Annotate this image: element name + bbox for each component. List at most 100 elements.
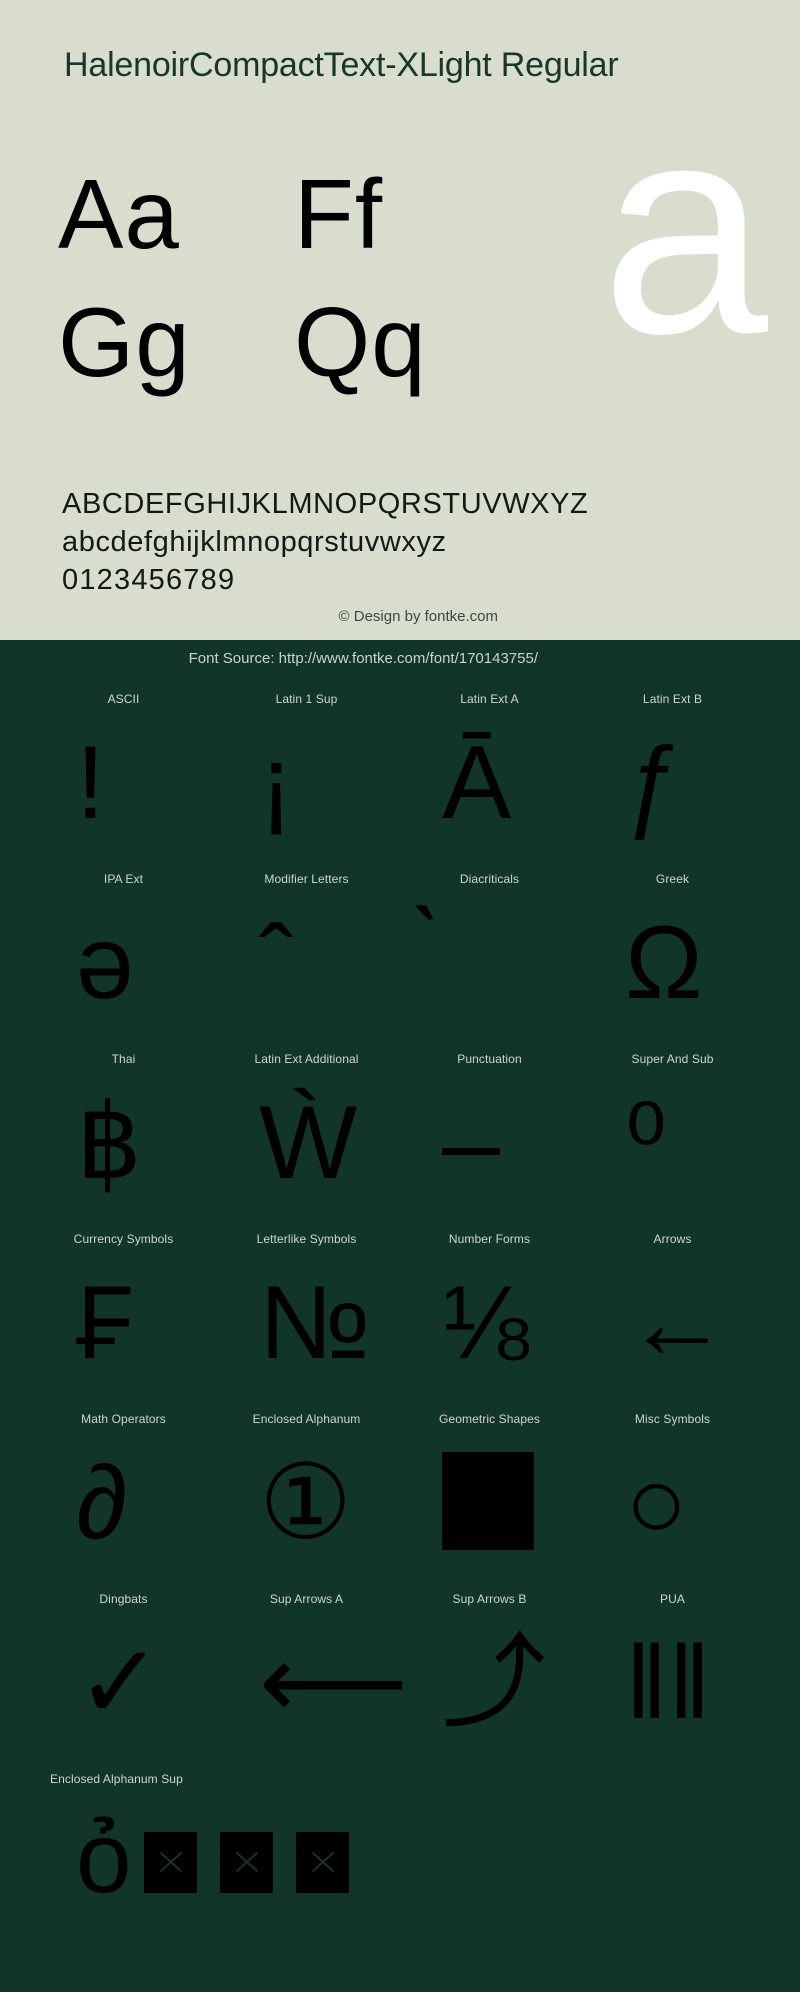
block-sample-glyph: Ẁ: [259, 1085, 358, 1201]
watermark-letter: a: [601, 60, 768, 396]
block-label: Math Operators: [81, 1412, 166, 1426]
block-label: Punctuation: [457, 1052, 522, 1066]
copyright-credit: © Design by fontke.com: [338, 608, 498, 625]
block-label: Diacriticals: [459, 872, 520, 886]
block-label: Latin Ext Additional: [254, 1052, 359, 1066]
unicode-block-currency-symbols: Currency Symbols ₣: [32, 1232, 215, 1412]
unicode-blocks-section: Font Source: http://www.fontke.com/font/…: [0, 640, 800, 1992]
block-sample-glyph: ⁰: [625, 1085, 667, 1201]
unicode-block-latin-1-sup: Latin 1 Sup ¡: [215, 692, 398, 872]
specimen-preview-section: HalenoirCompactText-XLight Regular a Aa …: [0, 0, 800, 640]
block-label: Enclosed Alphanum Sup: [50, 1772, 183, 1786]
alphabet-block: ABCDEFGHIJKLMNOPQRSTUVWXYZ abcdefghijklm…: [62, 485, 588, 599]
block-label: Thai: [111, 1052, 136, 1066]
unicode-block-latin-ext-b: Latin Ext B ƒ: [581, 692, 764, 872]
lowercase-alphabet: abcdefghijklmnopqrstuvwxyz: [62, 526, 447, 558]
unicode-block-diacriticals: Diacriticals ̀: [398, 872, 581, 1052]
block-sample-glyph: ←: [625, 1265, 729, 1381]
unicode-block-super-and-sub: Super And Sub ⁰: [581, 1052, 764, 1232]
unicode-block-row: ASCII ! Latin 1 Sup ¡ Latin Ext A Ā Lati…: [0, 692, 800, 872]
block-label: Greek: [655, 872, 690, 886]
block-label: Latin 1 Sup: [275, 692, 338, 706]
block-label: Letterlike Symbols: [256, 1232, 357, 1246]
block-sample-glyph: №: [259, 1265, 371, 1381]
page-title: HalenoirCompactText-XLight Regular: [64, 46, 619, 84]
block-sample-glyph: ⅛: [442, 1265, 529, 1381]
unicode-block-ascii: ASCII !: [32, 692, 215, 872]
missing-glyph-box-icon: [220, 1832, 273, 1893]
block-label: Sup Arrows B: [452, 1592, 527, 1606]
block-label: Geometric Shapes: [439, 1412, 540, 1426]
font-specimen-page: HalenoirCompactText-XLight Regular a Aa …: [0, 0, 800, 1992]
unicode-block-misc-symbols: Misc Symbols ○: [581, 1412, 764, 1592]
block-label: Arrows: [653, 1232, 692, 1246]
unicode-block-thai: Thai ฿: [32, 1052, 215, 1232]
unicode-block-ipa-ext: IPA Ext ǝ: [32, 872, 215, 1052]
unicode-block-row: Currency Symbols ₣ Letterlike Symbols № …: [0, 1232, 800, 1412]
block-label: Currency Symbols: [73, 1232, 174, 1246]
block-label: IPA Ext: [103, 872, 144, 886]
uppercase-alphabet: ABCDEFGHIJKLMNOPQRSTUVWXYZ: [62, 488, 589, 520]
unicode-block-enclosed-alphanum: Enclosed Alphanum ①: [215, 1412, 398, 1592]
letter-pair-row: Gg Qq: [58, 288, 538, 416]
letter-pair-Aa: Aa: [58, 159, 180, 269]
unicode-block-sup-arrows-a: Sup Arrows A ⟵: [215, 1592, 408, 1772]
block-sample-glyph: ₣: [76, 1265, 134, 1381]
block-sample-glyph: –: [442, 1085, 500, 1201]
block-sample-glyph: ⟵: [259, 1625, 409, 1741]
block-label: Number Forms: [448, 1232, 531, 1246]
block-label: Latin Ext B: [642, 692, 703, 706]
block-sample-glyph: Ω: [625, 905, 703, 1021]
unicode-block-pua: PUA ‖‖: [581, 1592, 764, 1772]
block-sample-glyph: ∂: [76, 1445, 128, 1561]
unicode-block-latin-ext-a: Latin Ext A Ā: [398, 692, 581, 872]
unicode-block-greek: Greek Ω: [581, 872, 764, 1052]
block-sample-glyph: ✓: [76, 1625, 164, 1741]
unicode-block-dingbats: Dingbats ✓: [32, 1592, 215, 1772]
unicode-block-row: Math Operators ∂ Enclosed Alphanum ① Geo…: [0, 1412, 800, 1592]
block-sample-glyph: ‖‖: [625, 1625, 711, 1741]
block-sample-glyph: ⤴: [442, 1625, 547, 1741]
block-label: Modifier Letters: [264, 872, 349, 886]
unicode-block-row: IPA Ext ǝ Modifier Letters ˆ Diacritical…: [0, 872, 800, 1052]
block-label: Super And Sub: [631, 1052, 714, 1066]
font-source-link[interactable]: Font Source: http://www.fontke.com/font/…: [189, 650, 538, 667]
block-sample-glyph: ˆ: [259, 905, 294, 1021]
block-sample-glyph: ỏ: [76, 1802, 132, 1914]
block-sample-glyph: [442, 1452, 534, 1550]
unicode-block-enclosed-alphanum-sup: Enclosed Alphanum Sup ỏ: [32, 1772, 349, 1992]
block-label: Sup Arrows A: [269, 1592, 344, 1606]
unicode-block-grid: ASCII ! Latin 1 Sup ¡ Latin Ext A Ā Lati…: [0, 692, 800, 1992]
block-label: ASCII: [107, 692, 140, 706]
unicode-block-row: Enclosed Alphanum Sup ỏ: [0, 1772, 800, 1992]
filled-square-icon: [442, 1452, 534, 1550]
unicode-block-letterlike-symbols: Letterlike Symbols №: [215, 1232, 398, 1412]
block-label: PUA: [660, 1592, 685, 1606]
unicode-block-row: Dingbats ✓ Sup Arrows A ⟵ Sup Arrows B ⤴…: [0, 1592, 800, 1772]
letter-pair-Gg: Gg: [58, 287, 191, 397]
unicode-block-math-operators: Math Operators ∂: [32, 1412, 215, 1592]
block-sample-glyph: ฿: [76, 1085, 143, 1201]
unicode-block-number-forms: Number Forms ⅛: [398, 1232, 581, 1412]
block-label: Enclosed Alphanum: [252, 1412, 361, 1426]
letter-pair-Qq: Qq: [294, 287, 427, 397]
missing-glyph-box-icon: [144, 1832, 197, 1893]
block-sample-glyph: Ā: [442, 725, 512, 841]
unicode-block-modifier-letters: Modifier Letters ˆ: [215, 872, 398, 1052]
block-label: Misc Symbols: [634, 1412, 711, 1426]
block-label: Dingbats: [99, 1592, 148, 1606]
digit-sequence: 0123456789: [62, 564, 236, 596]
missing-glyph-group: [144, 1832, 349, 1893]
unicode-block-latin-ext-additional: Latin Ext Additional Ẁ: [215, 1052, 398, 1232]
block-label: Latin Ext A: [460, 692, 519, 706]
missing-glyph-box-icon: [296, 1832, 349, 1893]
unicode-block-geometric-shapes: Geometric Shapes: [398, 1412, 581, 1592]
letter-pair-row: Aa Ff: [58, 160, 538, 288]
block-sample-glyph: ƒ: [625, 725, 683, 841]
block-sample-glyph: ○: [625, 1445, 688, 1561]
unicode-block-row: Thai ฿ Latin Ext Additional Ẁ Punctuatio…: [0, 1052, 800, 1232]
unicode-block-sup-arrows-b: Sup Arrows B ⤴: [398, 1592, 581, 1772]
letter-pair-grid: Aa Ff Gg Qq: [58, 160, 538, 416]
block-sample-glyph: ǝ: [76, 905, 134, 1021]
letter-pair-Ff: Ff: [294, 159, 384, 269]
